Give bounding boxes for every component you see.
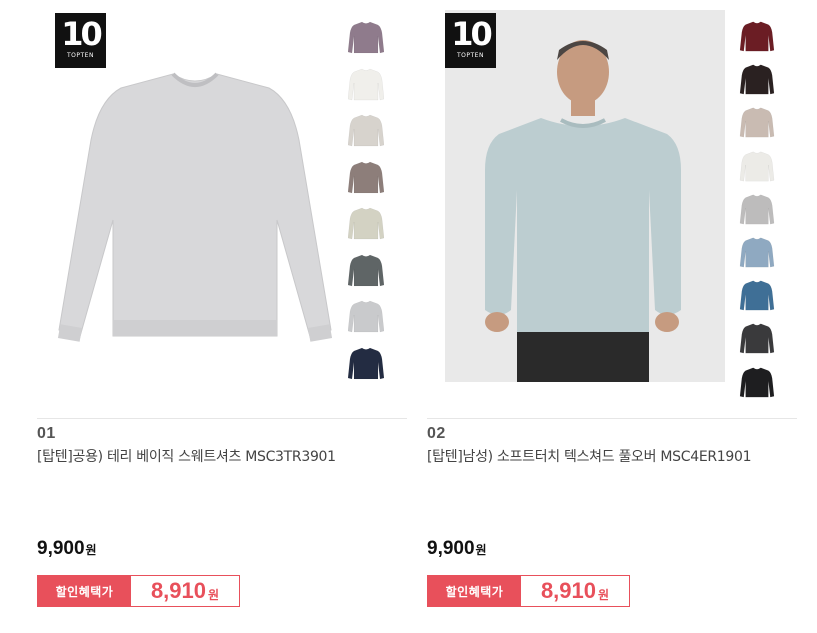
color-swatch[interactable] [739, 61, 775, 97]
color-swatches [348, 18, 384, 390]
swatch-sweater-icon [739, 237, 775, 268]
swatch-sweater-icon [348, 347, 384, 379]
color-swatch[interactable] [739, 104, 775, 140]
product-title[interactable]: [탑텐]남성) 소프트터치 텍스쳐드 풀오버 MSC4ER1901 [427, 446, 777, 468]
color-swatches [739, 18, 775, 407]
swatch-sweater-icon [348, 300, 384, 333]
swatch-sweater-icon [348, 68, 384, 100]
divider [427, 418, 797, 419]
product-index: 01 [37, 425, 56, 442]
sale-price-unit: 원 [208, 587, 220, 602]
swatch-sweater-icon [739, 21, 775, 52]
product-index: 02 [427, 425, 446, 442]
color-swatch[interactable] [739, 364, 775, 400]
sale-price-value: 8,910 [150, 578, 206, 603]
swatch-sweater-icon [348, 254, 384, 286]
color-swatch[interactable] [348, 204, 384, 242]
divider [37, 418, 407, 419]
swatch-sweater-icon [739, 151, 775, 182]
color-swatch[interactable] [739, 148, 775, 184]
color-swatch[interactable] [348, 344, 384, 382]
color-swatch[interactable] [739, 320, 775, 356]
product-image[interactable]: 10 TOPTEN [445, 10, 725, 382]
color-swatch[interactable] [348, 297, 384, 335]
product-card-01[interactable]: 10 TOPTEN 01 [탑텐]공용) 테리 베이직 스웨트셔츠 MSC3TR… [37, 0, 407, 633]
color-swatch[interactable] [348, 65, 384, 103]
color-swatch[interactable] [739, 191, 775, 227]
product-price: 9,900원 [427, 538, 487, 560]
swatch-sweater-icon [348, 207, 384, 240]
swatch-sweater-icon [739, 107, 775, 138]
color-swatch[interactable] [739, 277, 775, 313]
swatch-sweater-icon [739, 367, 775, 397]
brand-logo: 10 TOPTEN [445, 13, 496, 68]
product-title[interactable]: [탑텐]공용) 테리 베이직 스웨트셔츠 MSC3TR3901 [37, 446, 387, 468]
sale-price: 8,910 원 [131, 576, 239, 606]
color-swatch[interactable] [348, 18, 384, 56]
sale-price-box: 할인혜택가 8,910 원 [427, 575, 630, 607]
color-swatch[interactable] [348, 158, 384, 196]
color-swatch[interactable] [739, 18, 775, 54]
brand-logo: 10 TOPTEN [55, 13, 106, 68]
sale-label: 할인혜택가 [38, 576, 131, 606]
product-price: 9,900원 [37, 538, 97, 560]
color-swatch[interactable] [348, 251, 384, 289]
price-value: 9,900 [427, 538, 475, 559]
price-value: 9,900 [37, 538, 85, 559]
swatch-sweater-icon [348, 114, 384, 147]
sale-label: 할인혜택가 [428, 576, 521, 606]
swatch-sweater-icon [739, 64, 775, 95]
sale-price-box: 할인혜택가 8,910 원 [37, 575, 240, 607]
price-unit: 원 [85, 543, 97, 557]
swatch-sweater-icon [348, 161, 384, 193]
swatch-sweater-icon [348, 21, 384, 54]
swatch-sweater-icon [739, 280, 775, 311]
product-card-02[interactable]: 10 TOPTEN 02 [탑텐]남성) 소프트터치 텍스쳐드 풀오버 MSC4… [427, 0, 797, 633]
sale-price: 8,910 원 [521, 576, 629, 606]
swatch-sweater-icon [739, 194, 775, 225]
color-swatch[interactable] [348, 111, 384, 149]
swatch-sweater-icon [739, 323, 775, 354]
sale-price-unit: 원 [598, 587, 610, 602]
price-unit: 원 [475, 543, 487, 557]
sale-price-value: 8,910 [540, 578, 596, 603]
product-image[interactable]: 10 TOPTEN [55, 10, 335, 382]
color-swatch[interactable] [739, 234, 775, 270]
